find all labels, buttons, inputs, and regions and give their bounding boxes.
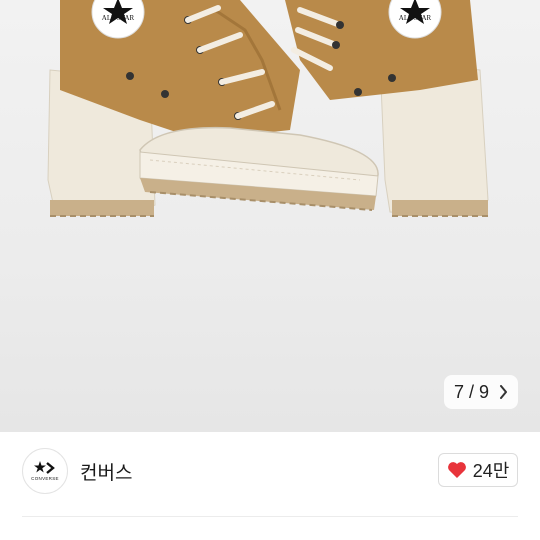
converse-logo-icon [34, 461, 55, 474]
divider [22, 516, 518, 517]
page-indicator[interactable]: 7 / 9 [444, 375, 518, 409]
page-indicator-text: 7 / 9 [453, 381, 490, 402]
product-photo-carousel[interactable]: ALL STAR ALL STAR 7 / 9 [0, 0, 540, 432]
product-image: ALL STAR ALL STAR [47, 0, 489, 217]
brand-avatar[interactable]: CONVERSE [22, 448, 68, 494]
brand-name[interactable]: 컨버스 [80, 458, 132, 485]
like-button[interactable]: 24만 [438, 453, 518, 487]
heart-icon [447, 462, 466, 478]
like-count: 24만 [472, 461, 510, 481]
chevron-right-icon [500, 385, 508, 399]
brand-logo-text: CONVERSE [31, 476, 59, 481]
